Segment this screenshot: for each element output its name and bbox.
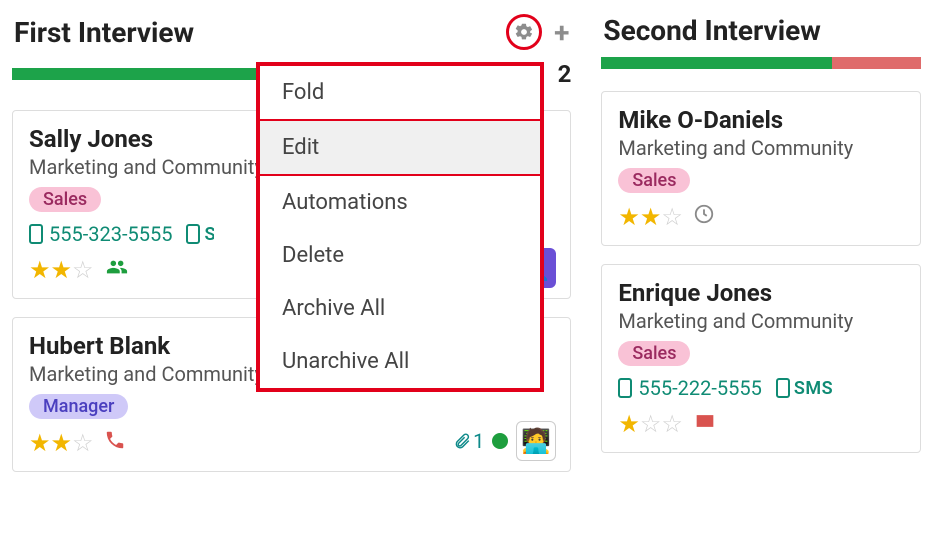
sms-link[interactable]: SMS: [186, 224, 214, 245]
column-header: Second Interview: [601, 8, 921, 57]
star-icon: ★: [640, 203, 662, 231]
candidate-card[interactable]: Mike O-Daniels Marketing and Community S…: [601, 91, 921, 246]
phone-link[interactable]: 555-323-5555: [29, 222, 172, 246]
tag-manager[interactable]: Manager: [29, 394, 128, 419]
kanban-column-second-interview: Second Interview Mike O-Daniels Marketin…: [601, 8, 921, 472]
menu-item-unarchive-all[interactable]: Unarchive All: [260, 335, 540, 388]
add-card-icon[interactable]: +: [554, 16, 569, 49]
star-rating[interactable]: ★★☆: [618, 203, 683, 231]
candidate-name: Enrique Jones: [618, 279, 904, 307]
column-title: First Interview: [14, 16, 194, 49]
star-icon: ☆: [661, 410, 683, 438]
phone-icon: [29, 224, 43, 244]
column-title: Second Interview: [603, 14, 820, 47]
candidate-subtitle: Marketing and Community: [618, 136, 904, 160]
candidate-subtitle: Marketing and Community: [618, 309, 904, 333]
menu-item-edit[interactable]: Edit: [260, 121, 540, 174]
star-icon: ☆: [72, 256, 94, 284]
phone-icon: [618, 378, 632, 398]
phone-icon: [186, 224, 200, 244]
clock-icon[interactable]: [693, 203, 715, 231]
menu-item-delete[interactable]: Delete: [260, 229, 540, 282]
column-count: 2: [553, 60, 571, 88]
star-icon: ★: [29, 429, 51, 457]
attachment-count: 1: [473, 429, 484, 453]
candidate-name: Mike O-Daniels: [618, 106, 904, 134]
column-menu: Fold Edit Automations Delete Archive All…: [256, 62, 544, 392]
sms-link[interactable]: SMS: [776, 378, 833, 399]
tag-sales[interactable]: Sales: [618, 341, 690, 366]
gear-icon[interactable]: [506, 14, 542, 50]
star-icon: ☆: [661, 203, 683, 231]
star-icon: ★: [29, 256, 51, 284]
candidate-subtitle: Marketing and Community: [29, 362, 259, 386]
phone-number: 555-222-5555: [638, 376, 761, 400]
status-dot-icon: [492, 433, 508, 449]
star-icon: ★: [51, 429, 73, 457]
candidate-card[interactable]: Enrique Jones Marketing and Community Sa…: [601, 264, 921, 453]
mail-icon[interactable]: [693, 411, 717, 437]
sms-label: SMS: [794, 378, 833, 399]
menu-item-fold[interactable]: Fold: [260, 66, 540, 119]
phone-call-icon[interactable]: [104, 429, 126, 457]
star-icon: ★: [618, 410, 640, 438]
phone-number: 555-323-5555: [49, 222, 172, 246]
menu-item-archive-all[interactable]: Archive All: [260, 282, 540, 335]
kanban-column-first-interview: First Interview + 2 Sally Jones Marketin…: [12, 8, 571, 472]
star-icon: ☆: [72, 429, 94, 457]
column-header: First Interview +: [12, 8, 571, 60]
attachments[interactable]: 1: [453, 429, 484, 453]
star-icon: ☆: [640, 410, 662, 438]
group-icon[interactable]: [104, 256, 130, 284]
star-rating[interactable]: ★☆☆: [618, 410, 683, 438]
column-progress: [601, 57, 921, 69]
sms-label: SMS: [204, 224, 214, 245]
tag-sales[interactable]: Sales: [29, 187, 101, 212]
tag-sales[interactable]: Sales: [618, 168, 690, 193]
star-icon: ★: [618, 203, 640, 231]
star-rating[interactable]: ★★☆: [29, 429, 94, 457]
star-icon: ★: [51, 256, 73, 284]
phone-icon: [776, 378, 790, 398]
menu-item-automations[interactable]: Automations: [260, 176, 540, 229]
star-rating[interactable]: ★★☆: [29, 256, 94, 284]
candidate-subtitle: Marketing and Community: [29, 155, 259, 179]
phone-link[interactable]: 555-222-5555: [618, 376, 761, 400]
avatar[interactable]: 🧑‍💻: [516, 421, 556, 461]
